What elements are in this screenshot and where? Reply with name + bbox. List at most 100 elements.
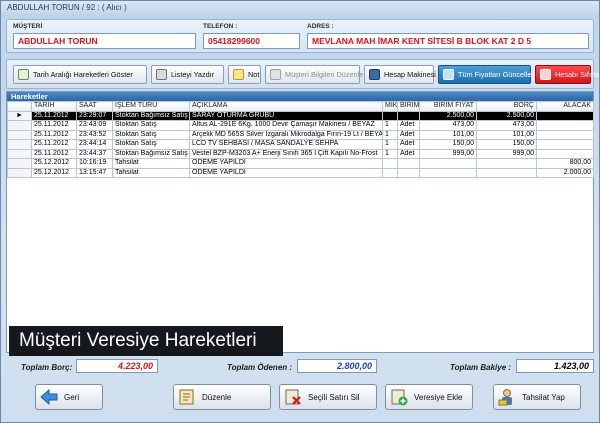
table-cell: 999,00	[476, 148, 537, 159]
column-header[interactable]: SAAT	[76, 101, 113, 112]
table-cell: 25.11.2012	[31, 110, 77, 121]
table-cell	[419, 158, 477, 169]
transactions-grid: Hareketler TARİH SAAT İŞLEM TÜRÜ AÇIKLAM…	[6, 91, 594, 353]
total-debt-value: 4.223,00	[76, 359, 158, 373]
table-row[interactable]: 25.11.2012 23:43:52 Stoktan Satış Arçeli…	[7, 129, 594, 140]
table-cell	[419, 167, 477, 178]
table-row[interactable]: 25.11.2012 23:43:09 Stoktan Satış Altus …	[7, 120, 594, 131]
column-header[interactable]: AÇIKLAMA	[189, 101, 383, 112]
table-cell	[382, 158, 398, 169]
edit-customer-button[interactable]: Müşteri Bilgileri Düzenle	[265, 65, 363, 84]
update-prices-label: Tüm Fiyatları Güncelle	[458, 70, 532, 79]
delete-book-icon	[284, 388, 302, 406]
collect-payment-label: Tahsilat Yap	[522, 392, 565, 402]
date-range-button[interactable]: Tarih Aralığı Hareketleri Göster	[13, 65, 147, 84]
print-list-label: Listeyi Yazdır	[171, 70, 215, 79]
table-cell: 1	[382, 120, 398, 131]
table-cell: 23:43:09	[76, 120, 113, 131]
edit-book-icon	[178, 388, 196, 406]
warning-icon	[540, 69, 551, 80]
column-header[interactable]: İŞLEM TÜRÜ	[112, 101, 190, 112]
update-prices-button[interactable]: Tüm Fiyatları Güncelle	[438, 65, 531, 84]
person-money-icon	[498, 388, 516, 406]
reset-account-button[interactable]: Hesabı Sıfırla	[535, 65, 599, 84]
calendar-icon	[18, 69, 29, 80]
table-cell: Altus AL-291E 6Kg. 1000 Devir Çamaşır Ma…	[189, 120, 383, 131]
delete-row-label: Seçili Satırı Sil	[308, 392, 360, 402]
calculator-icon	[369, 69, 380, 80]
table-cell: 23:43:52	[76, 129, 113, 140]
add-credit-button[interactable]: Veresiye Ekle	[385, 384, 473, 410]
table-cell: 150,00	[419, 139, 477, 150]
column-header[interactable]: BORÇ	[476, 101, 537, 112]
table-row[interactable]: ► 25.11.2012 23:29:07 Stoktan Bağımsız S…	[7, 110, 594, 121]
table-cell: 25.11.2012	[31, 148, 77, 159]
toolbar: Tarih Aralığı Hareketleri Göster Listeyi…	[6, 59, 599, 89]
printer-icon	[156, 69, 167, 80]
date-range-label: Tarih Aralığı Hareketleri Göster	[33, 70, 133, 79]
window-title: ABDULLAH TORUN / 92 : ( Alıcı )	[1, 1, 599, 14]
table-cell: Stoktan Satış	[112, 129, 190, 140]
edit-label: Düzenle	[202, 392, 232, 402]
table-cell: 25.12.2012	[31, 158, 77, 169]
delete-row-button[interactable]: Seçili Satırı Sil	[279, 384, 377, 410]
table-cell: Stoktan Satış	[112, 139, 190, 150]
table-row[interactable]: 25.12.2012 13:15:47 Tahsilat ÖDEME YAPIL…	[7, 167, 594, 178]
table-cell: 23:44:37	[76, 148, 113, 159]
table-cell: Tahsilat	[112, 167, 190, 178]
table-cell: LCD TV SEHBASI / MASA SANDALYE SEHPA	[189, 139, 383, 150]
back-label: Geri	[64, 392, 80, 402]
column-header[interactable]: TARİH	[31, 101, 77, 112]
table-cell: Adet	[397, 129, 420, 140]
table-cell	[476, 167, 537, 178]
table-cell	[536, 129, 594, 140]
row-marker	[7, 139, 32, 150]
table-cell: 473,00	[476, 120, 537, 131]
calculator-label: Hesap Makinesi	[384, 70, 436, 79]
address-field[interactable]: MEVLANA MAH İMAR KENT SİTESİ B BLOK KAT …	[307, 33, 589, 49]
total-paid-label: Toplam Ödenen :	[227, 363, 293, 372]
column-header[interactable]: BİRİM FİYAT	[419, 101, 477, 112]
row-marker	[7, 120, 32, 131]
total-balance-label: Toplam Bakiye :	[450, 363, 512, 372]
table-cell: Stoktan Satış	[112, 120, 190, 131]
back-button[interactable]: Geri	[35, 384, 103, 410]
customer-name-field[interactable]: ABDULLAH TORUN	[13, 33, 196, 49]
column-header[interactable]: ALACAK	[536, 101, 594, 112]
calculator-button[interactable]: Hesap Makinesi	[364, 65, 436, 84]
table-cell: 25.11.2012	[31, 129, 77, 140]
table-cell: Stoktan Bağımsız Satış	[112, 148, 190, 159]
edit-button[interactable]: Düzenle	[173, 384, 271, 410]
grid-title: Hareketler	[7, 92, 593, 101]
row-marker	[7, 158, 32, 169]
table-cell: Adet	[397, 148, 420, 159]
collect-payment-button[interactable]: Tahsilat Yap	[493, 384, 581, 410]
table-row[interactable]: 25.11.2012 23:44:37 Stoktan Bağımsız Sat…	[7, 148, 594, 159]
table-cell: Adet	[397, 139, 420, 150]
customer-credit-window: ABDULLAH TORUN / 92 : ( Alıcı ) MÜŞTERİ …	[0, 0, 600, 423]
note-button[interactable]: Not	[228, 65, 261, 84]
table-cell: 101,00	[419, 129, 477, 140]
table-cell: 10:16:19	[76, 158, 113, 169]
table-cell: 23:29:07	[76, 110, 113, 121]
print-list-button[interactable]: Listeyi Yazdır	[151, 65, 224, 84]
phone-label: TELEFON :	[203, 23, 238, 30]
table-header-row: TARİH SAAT İŞLEM TÜRÜ AÇIKLAMA MİK BİRİM…	[7, 101, 594, 112]
column-header[interactable]: MİK	[382, 101, 398, 112]
column-header[interactable]: BİRİM	[397, 101, 420, 112]
address-label: ADRES :	[307, 23, 334, 30]
table-cell	[536, 120, 594, 131]
table-row[interactable]: 25.12.2012 10:16:19 Tahsilat ÖDEME YAPIL…	[7, 158, 594, 169]
table-cell: Vestel BZP-M3203 A+ Enerji Sınıfı 365 l …	[189, 148, 383, 159]
customer-label: MÜŞTERİ	[13, 23, 43, 30]
customer-edit-icon	[270, 69, 281, 80]
table-row[interactable]: 25.11.2012 23:44:14 Stoktan Satış LCD TV…	[7, 139, 594, 150]
phone-field[interactable]: 05418299600	[203, 33, 300, 49]
row-marker	[7, 167, 32, 178]
table-cell	[382, 110, 398, 121]
table-cell	[382, 167, 398, 178]
table-cell: 800,00	[536, 158, 594, 169]
table-cell: 1	[382, 148, 398, 159]
table-cell: 2.000,00	[536, 167, 594, 178]
table-cell	[536, 110, 594, 121]
